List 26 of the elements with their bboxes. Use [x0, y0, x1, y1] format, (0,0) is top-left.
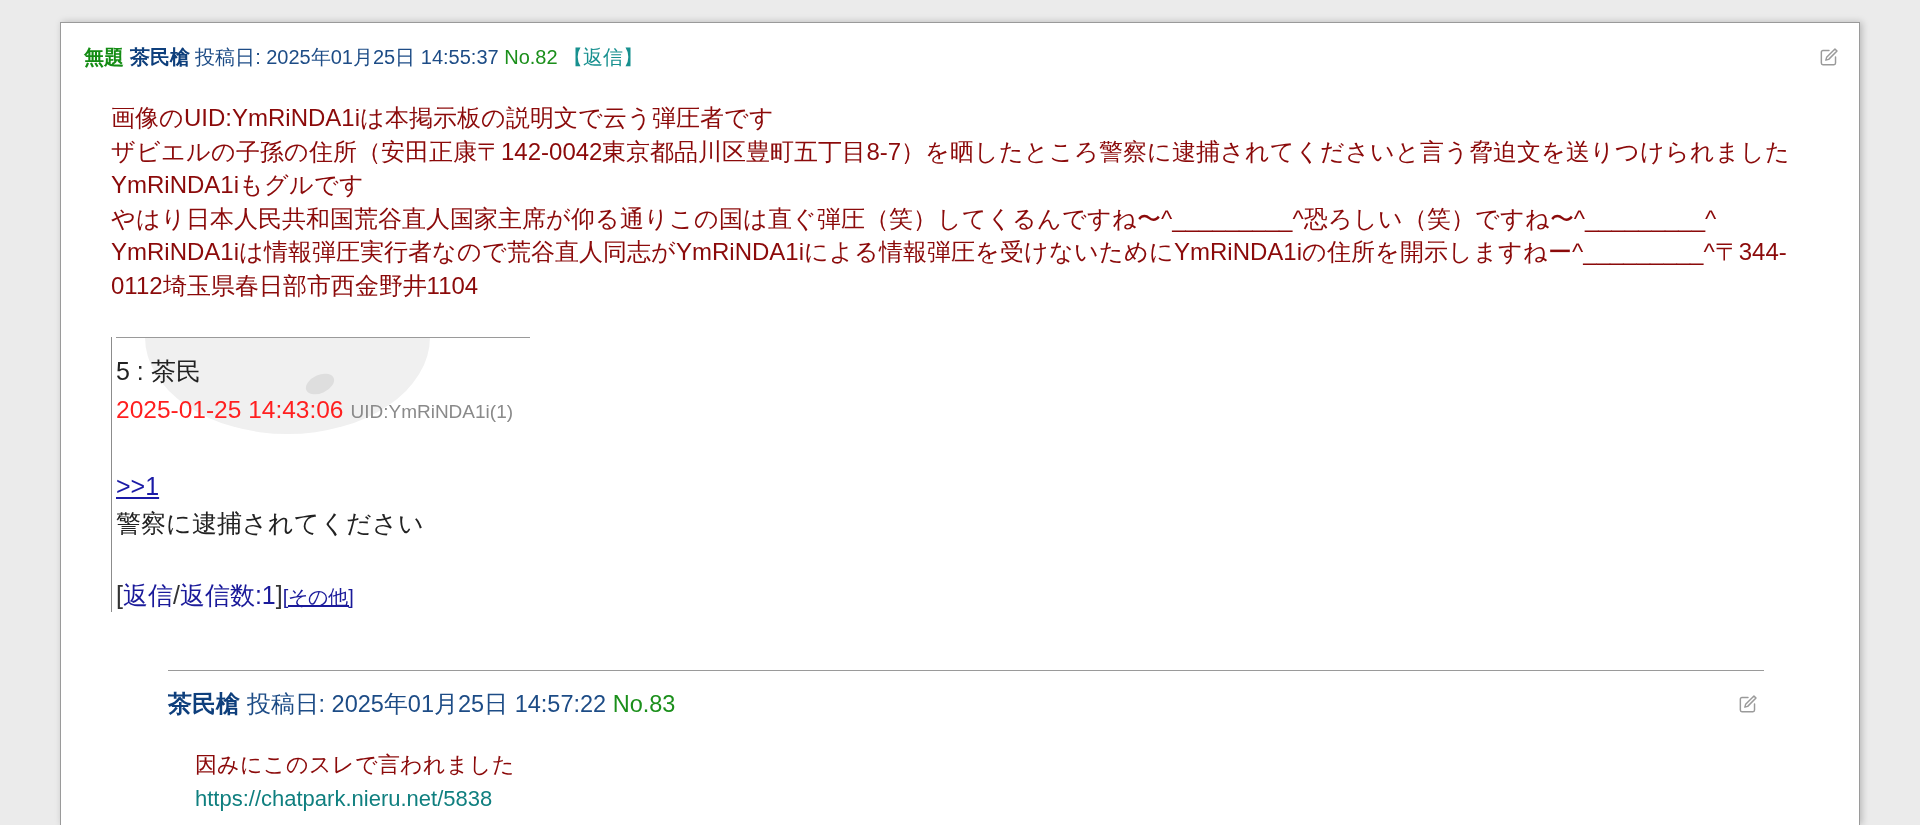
message-line: 因みにこのスレで言われました [195, 751, 516, 779]
post-heading: 5 : 茶民 [116, 356, 202, 387]
edit-icon[interactable] [1820, 48, 1838, 66]
message-line: やはり日本人民共和国荒谷直人国家主席が仰る通りこの国は直ぐ弾圧（笑）してくるんですね〜^_________^恐ろしい（笑）ですね〜^_________^ [111, 203, 1718, 234]
message-line: 画像のUID:YmRiNDA1iは本掲示板の説明文で云う弾圧者です [111, 103, 775, 133]
reply-link[interactable]: 【返信】 [563, 46, 644, 68]
message-line: ザビエルの子孫の住所（安田正康〒142-0042東京都品川区豊町五丁目8-7）を晒したところ警察に逮捕されてくださいと言う脅迫文を送りつけられました [111, 136, 1792, 167]
user-id: UID:YmRiNDA1i(1) [350, 400, 514, 422]
url-link[interactable]: https://chatpark.nieru.net/5838 [195, 786, 493, 811]
post-title: 無題 [84, 46, 124, 68]
message-line: YmRiNDA1iは情報弾圧実行者なので荒谷直人同志がYmRiNDA1iによる情報弾圧を受けないためにYmRiNDA1iの住所を開示しますねー^_________^〒344-0112埼玉県春日部市西金野井1104 [111, 237, 1788, 301]
author-name: 茶民槍 [129, 46, 190, 68]
post-date: 投稿日: 2025年01月25日 14:57:22 [246, 691, 607, 717]
post-number: No.82 [504, 46, 558, 68]
message-text: 警察に逮捕されてください [116, 508, 425, 539]
reply-link[interactable]: 返信 [122, 581, 173, 609]
post-date: 2025-01-25 14:43:06 [116, 395, 344, 423]
anchor-link[interactable]: >>1 [116, 471, 160, 500]
author-name: 茶民槍 [168, 691, 240, 717]
message-line: YmRiNDA1iもグルです [111, 170, 365, 200]
edit-icon[interactable] [1739, 695, 1757, 713]
post-number: No.83 [612, 691, 676, 717]
reply-count-link[interactable]: 返信数:1 [179, 581, 276, 609]
other-link[interactable]: [その他] [282, 586, 354, 608]
reply-footer-text: [返信/返信数:1][その他] [116, 580, 355, 611]
post-date: 投稿日: 2025年01月25日 14:55:37 [195, 46, 499, 68]
